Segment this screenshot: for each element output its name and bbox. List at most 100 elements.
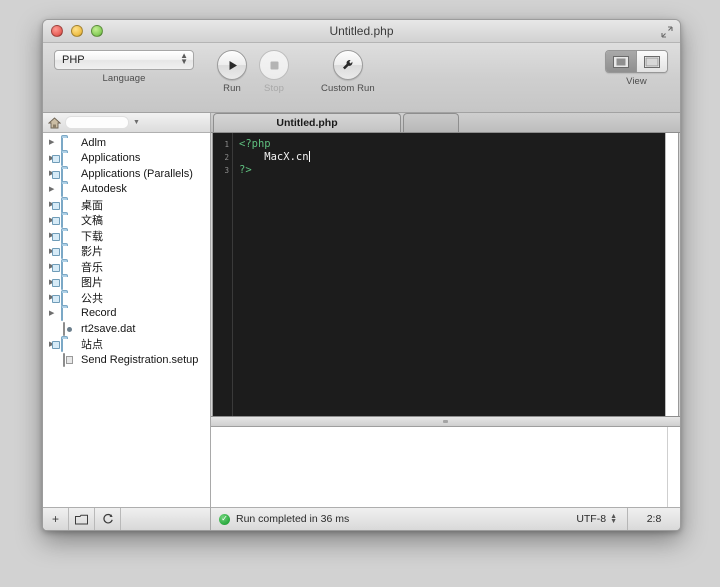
expand-arrows-icon[interactable] <box>661 25 673 38</box>
file-row-label: 文稿 <box>81 215 103 228</box>
toolbar: PHP ▲ ▼ Language Run Stop Custom Run Vie… <box>43 43 680 113</box>
path-bar[interactable]: ▼ <box>43 113 210 133</box>
chevron-down-icon[interactable]: ▼ <box>133 119 140 126</box>
view-segmented-control[interactable] <box>605 50 668 73</box>
file-row[interactable]: ▶Applications (Parallels) <box>43 166 210 182</box>
close-button[interactable] <box>51 25 63 37</box>
editor-scrollbar[interactable] <box>665 133 678 416</box>
folder-icon <box>61 307 76 322</box>
refresh-button[interactable] <box>95 508 121 530</box>
file-row[interactable]: ▶桌面 <box>43 197 210 213</box>
data-file-icon <box>61 321 76 336</box>
file-row[interactable]: ▶图片 <box>43 275 210 291</box>
refresh-icon <box>102 513 113 524</box>
file-row[interactable]: ▶公共 <box>43 290 210 306</box>
splitter-grip[interactable] <box>443 420 448 423</box>
tab-placeholder[interactable] <box>403 113 459 132</box>
language-value: PHP <box>62 54 85 66</box>
view-label: View <box>626 76 647 87</box>
folder-icon <box>61 152 76 167</box>
plus-icon: + <box>51 512 59 526</box>
minimize-button[interactable] <box>71 25 83 37</box>
tab-untitled-php[interactable]: Untitled.php <box>213 113 401 132</box>
file-row-label: Adlm <box>81 136 107 149</box>
path-field[interactable] <box>65 116 129 129</box>
main-content: ▼ ▶Adlm▶Applications▶Applications (Paral… <box>43 113 680 530</box>
folder-icon <box>61 338 76 353</box>
disclosure-triangle-icon[interactable]: ▶ <box>49 186 61 193</box>
folder-icon <box>61 198 76 213</box>
tab-bar[interactable]: Untitled.php <box>211 113 680 133</box>
file-row[interactable]: Send Registration.setup <box>43 352 210 368</box>
code-editor[interactable]: 1 2 3 <?php MacX.cn ?> <box>212 133 679 416</box>
file-row[interactable]: ▶下载 <box>43 228 210 244</box>
file-list[interactable]: ▶Adlm▶Applications▶Applications (Paralle… <box>43 133 210 507</box>
code-token: ?> <box>239 164 252 176</box>
file-row-label: Applications (Parallels) <box>81 167 193 180</box>
file-row[interactable]: ▶ Autodesk <box>43 182 210 198</box>
output-scrollbar[interactable] <box>667 427 680 507</box>
file-row-label: 图片 <box>81 277 103 290</box>
stop-button[interactable] <box>259 50 289 80</box>
title-bar[interactable]: Untitled.php <box>43 20 680 43</box>
traffic-light-group <box>51 25 103 37</box>
folder-icon <box>75 514 88 524</box>
folder-icon <box>61 214 76 229</box>
line-number: 3 <box>224 166 229 175</box>
stop-group: Stop <box>259 50 289 94</box>
run-button[interactable] <box>217 50 247 80</box>
folder-icon <box>61 229 76 244</box>
disclosure-triangle-icon[interactable]: ▶ <box>49 139 61 146</box>
custom-run-group: Custom Run <box>321 50 375 94</box>
line-number-gutter: 1 2 3 <box>213 133 233 416</box>
file-row[interactable]: ▶音乐 <box>43 259 210 275</box>
sidebar-view-icon[interactable] <box>606 51 636 72</box>
tab-label: Untitled.php <box>276 117 338 129</box>
file-row-label: Record <box>81 307 117 320</box>
language-group: PHP ▲ ▼ Language <box>53 50 195 84</box>
encoding-selector[interactable]: UTF-8 ▲ ▼ <box>576 508 628 530</box>
stop-square-icon <box>270 61 278 69</box>
wrench-icon <box>342 60 353 70</box>
file-row[interactable]: ▶Applications <box>43 151 210 167</box>
file-row-label: 下载 <box>81 230 103 243</box>
zoom-button[interactable] <box>91 25 103 37</box>
stepper-icon[interactable]: ▲ ▼ <box>610 513 617 525</box>
file-row[interactable]: ▶ Adlm <box>43 135 210 151</box>
application-window: Untitled.php PHP ▲ ▼ Language Run Stop C… <box>42 19 681 531</box>
view-group: View <box>605 50 668 87</box>
file-row[interactable]: ▶站点 <box>43 337 210 353</box>
code-area[interactable]: <?php MacX.cn ?> <box>233 133 665 416</box>
add-button[interactable]: + <box>43 508 69 530</box>
file-row-label: Send Registration.setup <box>81 353 199 366</box>
file-row[interactable]: ▶影片 <box>43 244 210 260</box>
file-row-label: Autodesk <box>81 183 127 196</box>
disclosure-triangle-icon[interactable]: ▶ <box>49 310 61 317</box>
file-row[interactable]: ▶ Record <box>43 306 210 322</box>
file-row[interactable]: ▶文稿 <box>43 213 210 229</box>
file-browser-sidebar: ▼ ▶Adlm▶Applications▶Applications (Paral… <box>43 113 211 530</box>
file-row-label: 桌面 <box>81 199 103 212</box>
pane-splitter[interactable] <box>211 416 680 427</box>
folder-icon <box>61 245 76 260</box>
stepper-icon[interactable]: ▲ ▼ <box>180 52 188 66</box>
file-row-label: 公共 <box>81 292 103 305</box>
language-label: Language <box>102 73 146 84</box>
file-row-label: 影片 <box>81 246 103 259</box>
language-select[interactable]: PHP ▲ ▼ <box>54 50 194 70</box>
custom-run-button[interactable] <box>332 50 363 80</box>
sidebar-footer: + <box>43 507 210 530</box>
full-view-icon[interactable] <box>636 51 667 72</box>
line-number: 2 <box>224 153 229 162</box>
new-folder-button[interactable] <box>69 508 95 530</box>
run-label: Run <box>223 83 241 94</box>
folder-icon <box>61 183 76 198</box>
line-number: 1 <box>224 140 229 149</box>
window-title: Untitled.php <box>329 24 394 38</box>
code-line: MacX.cn <box>239 151 665 164</box>
folder-icon <box>61 291 76 306</box>
folder-icon <box>61 276 76 291</box>
file-row-label: Applications <box>81 152 141 165</box>
file-row[interactable]: rt2save.dat <box>43 321 210 337</box>
run-group: Run <box>217 50 247 94</box>
